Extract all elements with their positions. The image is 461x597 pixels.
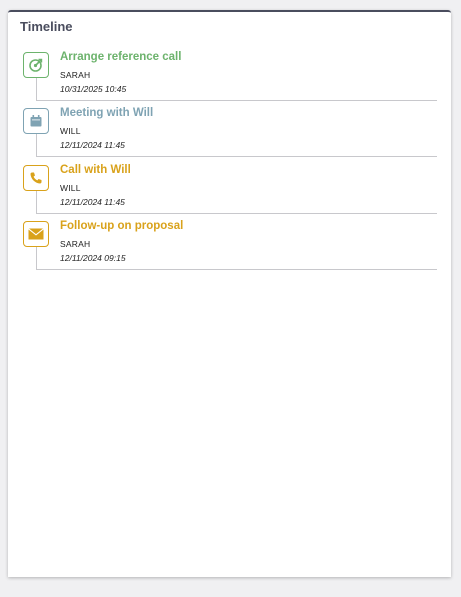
item-user: WILL — [60, 126, 81, 136]
item-date: 10/31/2025 10:45 — [60, 84, 127, 94]
timeline-item[interactable]: Meeting with Will WILL 12/11/2024 11:45 — [22, 106, 437, 157]
item-user: SARAH — [60, 70, 91, 80]
timeline-connector — [36, 134, 37, 156]
timeline-connector — [36, 78, 37, 100]
item-title-link[interactable]: Meeting with Will — [60, 107, 153, 119]
item-divider — [36, 156, 437, 157]
timeline-item[interactable]: Follow-up on proposal SARAH 12/11/2024 0… — [22, 219, 437, 270]
timeline-panel: Timeline Arrange reference call SARAH 10… — [8, 10, 451, 577]
item-date: 12/11/2024 11:45 — [60, 197, 125, 207]
item-title-link[interactable]: Follow-up on proposal — [60, 220, 183, 232]
item-date: 12/11/2024 11:45 — [60, 140, 125, 150]
calendar-icon — [23, 108, 49, 134]
item-user: SARAH — [60, 239, 91, 249]
phone-icon — [23, 165, 49, 191]
item-divider — [36, 269, 437, 270]
timeline-connector — [36, 191, 37, 213]
item-divider — [36, 213, 437, 214]
item-divider — [36, 100, 437, 101]
item-user: WILL — [60, 183, 81, 193]
timeline-connector — [36, 247, 37, 269]
envelope-icon — [23, 221, 49, 247]
target-icon — [23, 52, 49, 78]
timeline-item[interactable]: Call with Will WILL 12/11/2024 11:45 — [22, 163, 437, 214]
timeline-item[interactable]: Arrange reference call SARAH 10/31/2025 … — [22, 50, 437, 101]
item-title-link[interactable]: Arrange reference call — [60, 51, 181, 63]
item-date: 12/11/2024 09:15 — [60, 253, 126, 263]
item-title-link[interactable]: Call with Will — [60, 164, 131, 176]
panel-title: Timeline — [20, 19, 73, 34]
